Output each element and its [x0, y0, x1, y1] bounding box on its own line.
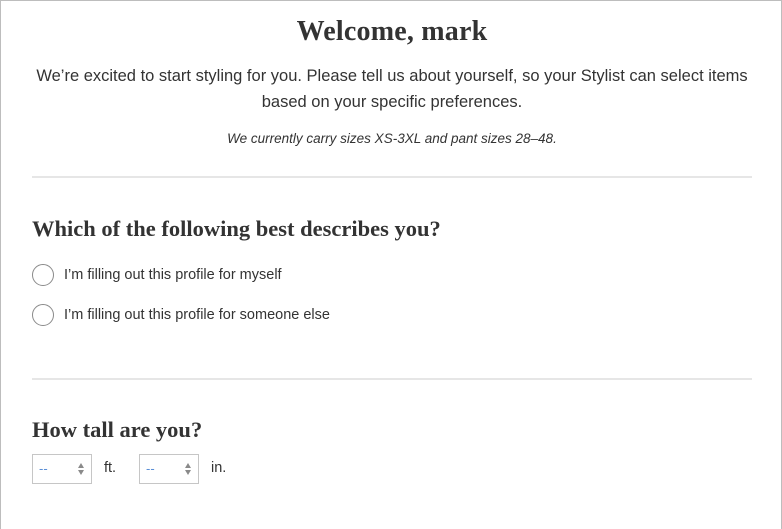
feet-select-value: --	[39, 461, 48, 476]
profile-form-panel: Welcome, mark We’re excited to start sty…	[0, 0, 782, 529]
inches-unit-label: in.	[211, 460, 227, 476]
feet-select[interactable]: --	[32, 454, 92, 484]
inches-select[interactable]: --	[139, 454, 199, 484]
radio-circle-icon[interactable]	[32, 304, 54, 326]
profile-question-heading: Which of the following best describes yo…	[32, 216, 441, 241]
inches-select-value: --	[146, 461, 155, 476]
intro-text: We’re excited to start styling for you. …	[36, 67, 748, 111]
sizes-note: We currently carry sizes XS-3XL and pant…	[227, 131, 557, 146]
section-divider	[32, 378, 752, 380]
height-question-heading: How tall are you?	[32, 417, 203, 442]
up-down-arrows-icon	[78, 463, 84, 475]
page-title: Welcome, mark	[296, 16, 488, 47]
up-down-arrows-icon	[185, 463, 191, 475]
section-divider	[32, 176, 752, 178]
radio-option-someone-else[interactable]: I’m filling out this profile for someone…	[32, 303, 330, 327]
feet-unit-label: ft.	[104, 460, 117, 476]
radio-label-myself[interactable]: I’m filling out this profile for myself	[64, 267, 282, 283]
radio-option-myself[interactable]: I’m filling out this profile for myself	[32, 263, 282, 287]
radio-label-someone-else[interactable]: I’m filling out this profile for someone…	[64, 307, 330, 323]
radio-circle-icon[interactable]	[32, 264, 54, 286]
